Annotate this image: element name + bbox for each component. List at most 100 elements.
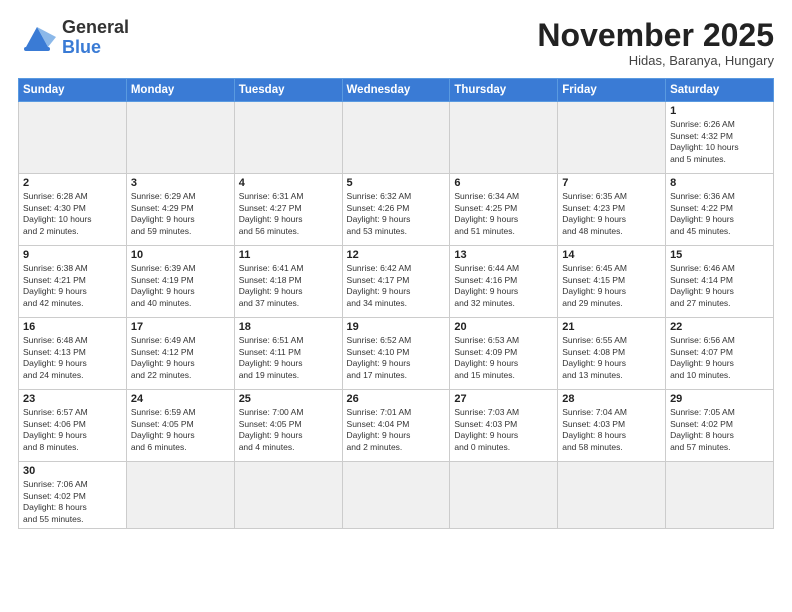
- calendar-cell: 19 Sunrise: 6:52 AM Sunset: 4:10 PM Dayli…: [342, 318, 450, 390]
- calendar-cell: 8 Sunrise: 6:36 AM Sunset: 4:22 PM Daylig…: [666, 174, 774, 246]
- logo: General Blue: [18, 18, 129, 58]
- day-number: 28: [562, 393, 661, 405]
- day-info: Sunrise: 6:46 AM Sunset: 4:14 PM Dayligh…: [670, 263, 769, 309]
- day-info: Sunrise: 6:48 AM Sunset: 4:13 PM Dayligh…: [23, 335, 122, 381]
- calendar-header-row: SundayMondayTuesdayWednesdayThursdayFrid…: [19, 79, 774, 102]
- day-info: Sunrise: 6:34 AM Sunset: 4:25 PM Dayligh…: [454, 191, 553, 237]
- day-info: Sunrise: 7:06 AM Sunset: 4:02 PM Dayligh…: [23, 479, 122, 525]
- day-info: Sunrise: 6:32 AM Sunset: 4:26 PM Dayligh…: [347, 191, 446, 237]
- day-number: 12: [347, 249, 446, 261]
- day-info: Sunrise: 6:55 AM Sunset: 4:08 PM Dayligh…: [562, 335, 661, 381]
- day-number: 9: [23, 249, 122, 261]
- day-number: 13: [454, 249, 553, 261]
- day-number: 21: [562, 321, 661, 333]
- calendar-cell: [450, 462, 558, 529]
- calendar-cell: [126, 462, 234, 529]
- day-number: 16: [23, 321, 122, 333]
- day-info: Sunrise: 6:51 AM Sunset: 4:11 PM Dayligh…: [239, 335, 338, 381]
- calendar-cell: 11Sunrise: 6:41 AM Sunset: 4:18 PM Dayli…: [234, 246, 342, 318]
- calendar-week-row: 16 Sunrise: 6:48 AM Sunset: 4:13 PM Dayli…: [19, 318, 774, 390]
- calendar-cell: 18 Sunrise: 6:51 AM Sunset: 4:11 PM Dayli…: [234, 318, 342, 390]
- day-number: 25: [239, 393, 338, 405]
- calendar-cell: 6 Sunrise: 6:34 AM Sunset: 4:25 PM Daylig…: [450, 174, 558, 246]
- calendar-cell: [234, 102, 342, 174]
- calendar-week-row: 23 Sunrise: 6:57 AM Sunset: 4:06 PM Dayli…: [19, 390, 774, 462]
- day-info: Sunrise: 6:57 AM Sunset: 4:06 PM Dayligh…: [23, 407, 122, 453]
- day-number: 6: [454, 177, 553, 189]
- calendar-cell: 2Sunrise: 6:28 AM Sunset: 4:30 PM Daylig…: [19, 174, 127, 246]
- month-title: November 2025: [537, 18, 774, 53]
- calendar-cell: 22 Sunrise: 6:56 AM Sunset: 4:07 PM Dayli…: [666, 318, 774, 390]
- calendar-week-row: 1 Sunrise: 6:26 AM Sunset: 4:32 PM Daylig…: [19, 102, 774, 174]
- calendar-cell: 28 Sunrise: 7:04 AM Sunset: 4:03 PM Dayli…: [558, 390, 666, 462]
- day-info: Sunrise: 6:29 AM Sunset: 4:29 PM Dayligh…: [131, 191, 230, 237]
- day-info: Sunrise: 6:35 AM Sunset: 4:23 PM Dayligh…: [562, 191, 661, 237]
- calendar-cell: 1 Sunrise: 6:26 AM Sunset: 4:32 PM Daylig…: [666, 102, 774, 174]
- day-info: Sunrise: 6:26 AM Sunset: 4:32 PM Dayligh…: [670, 119, 769, 165]
- day-number: 27: [454, 393, 553, 405]
- day-info: Sunrise: 6:56 AM Sunset: 4:07 PM Dayligh…: [670, 335, 769, 381]
- day-info: Sunrise: 6:28 AM Sunset: 4:30 PM Dayligh…: [23, 191, 122, 237]
- calendar-cell: [234, 462, 342, 529]
- calendar: SundayMondayTuesdayWednesdayThursdayFrid…: [18, 78, 774, 529]
- page: General Blue November 2025 Hidas, Barany…: [0, 0, 792, 612]
- calendar-cell: 4 Sunrise: 6:31 AM Sunset: 4:27 PM Daylig…: [234, 174, 342, 246]
- day-info: Sunrise: 6:49 AM Sunset: 4:12 PM Dayligh…: [131, 335, 230, 381]
- calendar-cell: [666, 462, 774, 529]
- day-number: 1: [670, 105, 769, 117]
- calendar-cell: 5Sunrise: 6:32 AM Sunset: 4:26 PM Daylig…: [342, 174, 450, 246]
- day-info: Sunrise: 6:39 AM Sunset: 4:19 PM Dayligh…: [131, 263, 230, 309]
- day-info: Sunrise: 6:36 AM Sunset: 4:22 PM Dayligh…: [670, 191, 769, 237]
- day-info: Sunrise: 7:00 AM Sunset: 4:05 PM Dayligh…: [239, 407, 338, 453]
- day-info: Sunrise: 6:59 AM Sunset: 4:05 PM Dayligh…: [131, 407, 230, 453]
- title-block: November 2025 Hidas, Baranya, Hungary: [537, 18, 774, 68]
- day-number: 8: [670, 177, 769, 189]
- day-number: 17: [131, 321, 230, 333]
- day-info: Sunrise: 6:45 AM Sunset: 4:15 PM Dayligh…: [562, 263, 661, 309]
- calendar-week-row: 9 Sunrise: 6:38 AM Sunset: 4:21 PM Daylig…: [19, 246, 774, 318]
- calendar-cell: [126, 102, 234, 174]
- day-number: 22: [670, 321, 769, 333]
- calendar-cell: 16 Sunrise: 6:48 AM Sunset: 4:13 PM Dayli…: [19, 318, 127, 390]
- calendar-cell: [558, 102, 666, 174]
- day-info: Sunrise: 6:52 AM Sunset: 4:10 PM Dayligh…: [347, 335, 446, 381]
- day-number: 26: [347, 393, 446, 405]
- calendar-cell: 10Sunrise: 6:39 AM Sunset: 4:19 PM Dayli…: [126, 246, 234, 318]
- weekday-header-saturday: Saturday: [666, 79, 774, 102]
- calendar-cell: [450, 102, 558, 174]
- logo-general: General: [62, 17, 129, 37]
- calendar-week-row: 30Sunrise: 7:06 AM Sunset: 4:02 PM Dayli…: [19, 462, 774, 529]
- day-number: 7: [562, 177, 661, 189]
- day-number: 24: [131, 393, 230, 405]
- day-info: Sunrise: 6:44 AM Sunset: 4:16 PM Dayligh…: [454, 263, 553, 309]
- day-number: 23: [23, 393, 122, 405]
- day-number: 20: [454, 321, 553, 333]
- day-info: Sunrise: 6:38 AM Sunset: 4:21 PM Dayligh…: [23, 263, 122, 309]
- day-number: 29: [670, 393, 769, 405]
- calendar-cell: 23 Sunrise: 6:57 AM Sunset: 4:06 PM Dayli…: [19, 390, 127, 462]
- calendar-cell: 7 Sunrise: 6:35 AM Sunset: 4:23 PM Daylig…: [558, 174, 666, 246]
- calendar-cell: [558, 462, 666, 529]
- calendar-cell: 27Sunrise: 7:03 AM Sunset: 4:03 PM Dayli…: [450, 390, 558, 462]
- calendar-cell: 24 Sunrise: 6:59 AM Sunset: 4:05 PM Dayli…: [126, 390, 234, 462]
- weekday-header-sunday: Sunday: [19, 79, 127, 102]
- calendar-cell: 25 Sunrise: 7:00 AM Sunset: 4:05 PM Dayli…: [234, 390, 342, 462]
- day-number: 15: [670, 249, 769, 261]
- calendar-cell: [342, 462, 450, 529]
- day-info: Sunrise: 7:04 AM Sunset: 4:03 PM Dayligh…: [562, 407, 661, 453]
- day-info: Sunrise: 6:53 AM Sunset: 4:09 PM Dayligh…: [454, 335, 553, 381]
- calendar-cell: 26Sunrise: 7:01 AM Sunset: 4:04 PM Dayli…: [342, 390, 450, 462]
- day-number: 4: [239, 177, 338, 189]
- logo-text: General Blue: [62, 18, 129, 58]
- calendar-cell: 14Sunrise: 6:45 AM Sunset: 4:15 PM Dayli…: [558, 246, 666, 318]
- calendar-week-row: 2Sunrise: 6:28 AM Sunset: 4:30 PM Daylig…: [19, 174, 774, 246]
- calendar-cell: 30Sunrise: 7:06 AM Sunset: 4:02 PM Dayli…: [19, 462, 127, 529]
- header: General Blue November 2025 Hidas, Barany…: [18, 18, 774, 68]
- day-number: 18: [239, 321, 338, 333]
- day-number: 19: [347, 321, 446, 333]
- day-info: Sunrise: 6:31 AM Sunset: 4:27 PM Dayligh…: [239, 191, 338, 237]
- weekday-header-wednesday: Wednesday: [342, 79, 450, 102]
- calendar-cell: 20 Sunrise: 6:53 AM Sunset: 4:09 PM Dayli…: [450, 318, 558, 390]
- weekday-header-monday: Monday: [126, 79, 234, 102]
- calendar-cell: 13 Sunrise: 6:44 AM Sunset: 4:16 PM Dayli…: [450, 246, 558, 318]
